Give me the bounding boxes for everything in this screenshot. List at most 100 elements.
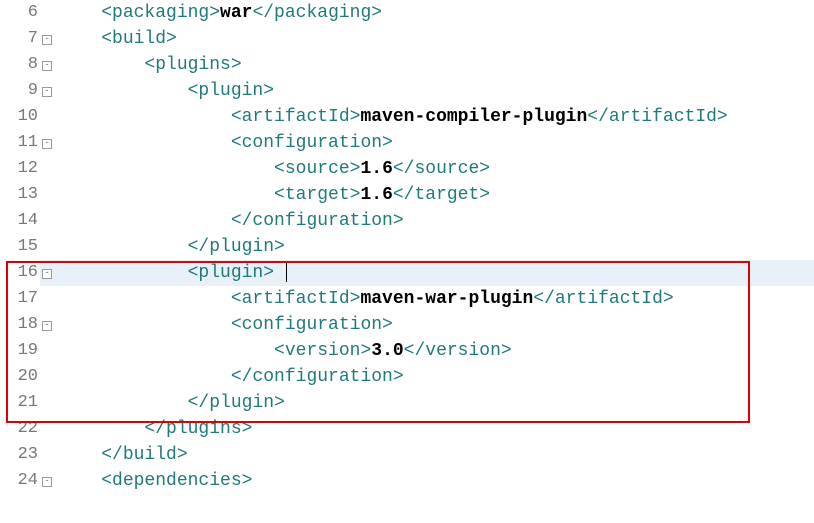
- code-line[interactable]: 16- <plugin>: [0, 260, 814, 286]
- code-content[interactable]: </plugin>: [54, 234, 285, 260]
- code-content[interactable]: <build>: [54, 26, 177, 52]
- code-content[interactable]: <packaging>war</packaging>: [54, 0, 382, 26]
- indent: [58, 29, 101, 49]
- fold-gutter[interactable]: -: [40, 26, 54, 52]
- fold-gutter[interactable]: -: [40, 130, 54, 156]
- line-number: 23: [0, 442, 40, 468]
- line-number: 19: [0, 338, 40, 364]
- line-number: 6: [0, 0, 40, 26]
- xml-tag: </artifactId>: [587, 107, 727, 127]
- code-content[interactable]: </build>: [54, 442, 188, 468]
- fold-gutter[interactable]: -: [40, 52, 54, 78]
- fold-toggle-icon[interactable]: -: [42, 269, 52, 279]
- xml-tag: <version>: [274, 341, 371, 361]
- xml-tag: <build>: [101, 29, 177, 49]
- xml-tag: <packaging>: [101, 3, 220, 23]
- line-number: 22: [0, 416, 40, 442]
- code-line[interactable]: 7- <build>: [0, 26, 814, 52]
- code-content[interactable]: </plugins>: [54, 416, 252, 442]
- code-line[interactable]: 9- <plugin>: [0, 78, 814, 104]
- indent: [58, 133, 231, 153]
- fold-toggle-icon[interactable]: -: [42, 139, 52, 149]
- xml-tag: <artifactId>: [231, 289, 361, 309]
- line-number: 24: [0, 468, 40, 494]
- xml-tag: <configuration>: [231, 133, 393, 153]
- indent: [58, 367, 231, 387]
- code-line[interactable]: 20 </configuration>: [0, 364, 814, 390]
- indent: [58, 237, 188, 257]
- code-editor[interactable]: 6 <packaging>war</packaging>7- <build>8-…: [0, 0, 814, 494]
- code-line[interactable]: 22 </plugins>: [0, 416, 814, 442]
- code-content[interactable]: </configuration>: [54, 208, 404, 234]
- fold-toggle-icon[interactable]: -: [42, 321, 52, 331]
- xml-text: maven-compiler-plugin: [360, 107, 587, 127]
- code-content[interactable]: <source>1.6</source>: [54, 156, 490, 182]
- indent: [58, 159, 274, 179]
- code-line[interactable]: 8- <plugins>: [0, 52, 814, 78]
- xml-tag: <plugin>: [188, 263, 274, 283]
- xml-tag: <configuration>: [231, 315, 393, 335]
- fold-gutter[interactable]: -: [40, 260, 54, 286]
- xml-tag: </configuration>: [231, 367, 404, 387]
- code-line[interactable]: 11- <configuration>: [0, 130, 814, 156]
- xml-text: 1.6: [360, 159, 392, 179]
- code-content[interactable]: <artifactId>maven-compiler-plugin</artif…: [54, 104, 728, 130]
- fold-gutter[interactable]: -: [40, 312, 54, 338]
- code-content[interactable]: <plugin>: [54, 78, 274, 104]
- code-line[interactable]: 24- <dependencies>: [0, 468, 814, 494]
- text-cursor: [286, 262, 287, 282]
- code-line[interactable]: 14 </configuration>: [0, 208, 814, 234]
- code-line[interactable]: 12 <source>1.6</source>: [0, 156, 814, 182]
- code-line[interactable]: 15 </plugin>: [0, 234, 814, 260]
- xml-tag: </configuration>: [231, 211, 404, 231]
- code-content[interactable]: <plugins>: [54, 52, 242, 78]
- code-content[interactable]: <target>1.6</target>: [54, 182, 490, 208]
- line-number: 20: [0, 364, 40, 390]
- code-content[interactable]: </configuration>: [54, 364, 404, 390]
- code-content[interactable]: <plugin>: [54, 260, 287, 286]
- code-content[interactable]: <dependencies>: [54, 468, 252, 494]
- fold-toggle-icon[interactable]: -: [42, 61, 52, 71]
- xml-text: [274, 263, 285, 283]
- fold-gutter[interactable]: -: [40, 78, 54, 104]
- indent: [58, 445, 101, 465]
- fold-toggle-icon[interactable]: -: [42, 477, 52, 487]
- indent: [58, 81, 188, 101]
- indent: [58, 3, 101, 23]
- line-number: 12: [0, 156, 40, 182]
- code-content[interactable]: <configuration>: [54, 130, 393, 156]
- indent: [58, 263, 188, 283]
- xml-tag: <artifactId>: [231, 107, 361, 127]
- code-content[interactable]: <configuration>: [54, 312, 393, 338]
- xml-tag: <plugins>: [144, 55, 241, 75]
- indent: [58, 393, 188, 413]
- code-content[interactable]: <version>3.0</version>: [54, 338, 512, 364]
- xml-tag: <plugin>: [188, 81, 274, 101]
- xml-text: 3.0: [371, 341, 403, 361]
- xml-text: war: [220, 3, 252, 23]
- xml-text: maven-war-plugin: [360, 289, 533, 309]
- code-line[interactable]: 10 <artifactId>maven-compiler-plugin</ar…: [0, 104, 814, 130]
- indent: [58, 211, 231, 231]
- xml-tag: <source>: [274, 159, 360, 179]
- code-line[interactable]: 23 </build>: [0, 442, 814, 468]
- line-number: 15: [0, 234, 40, 260]
- code-line[interactable]: 17 <artifactId>maven-war-plugin</artifac…: [0, 286, 814, 312]
- fold-gutter[interactable]: -: [40, 468, 54, 494]
- fold-toggle-icon[interactable]: -: [42, 87, 52, 97]
- code-line[interactable]: 19 <version>3.0</version>: [0, 338, 814, 364]
- code-line[interactable]: 21 </plugin>: [0, 390, 814, 416]
- line-number: 21: [0, 390, 40, 416]
- indent: [58, 341, 274, 361]
- code-content[interactable]: </plugin>: [54, 390, 285, 416]
- fold-toggle-icon[interactable]: -: [42, 35, 52, 45]
- code-content[interactable]: <artifactId>maven-war-plugin</artifactId…: [54, 286, 674, 312]
- xml-text: 1.6: [360, 185, 392, 205]
- indent: [58, 289, 231, 309]
- xml-tag: </build>: [101, 445, 187, 465]
- code-line[interactable]: 6 <packaging>war</packaging>: [0, 0, 814, 26]
- xml-tag: </source>: [393, 159, 490, 179]
- code-line[interactable]: 13 <target>1.6</target>: [0, 182, 814, 208]
- xml-tag: </target>: [393, 185, 490, 205]
- code-line[interactable]: 18- <configuration>: [0, 312, 814, 338]
